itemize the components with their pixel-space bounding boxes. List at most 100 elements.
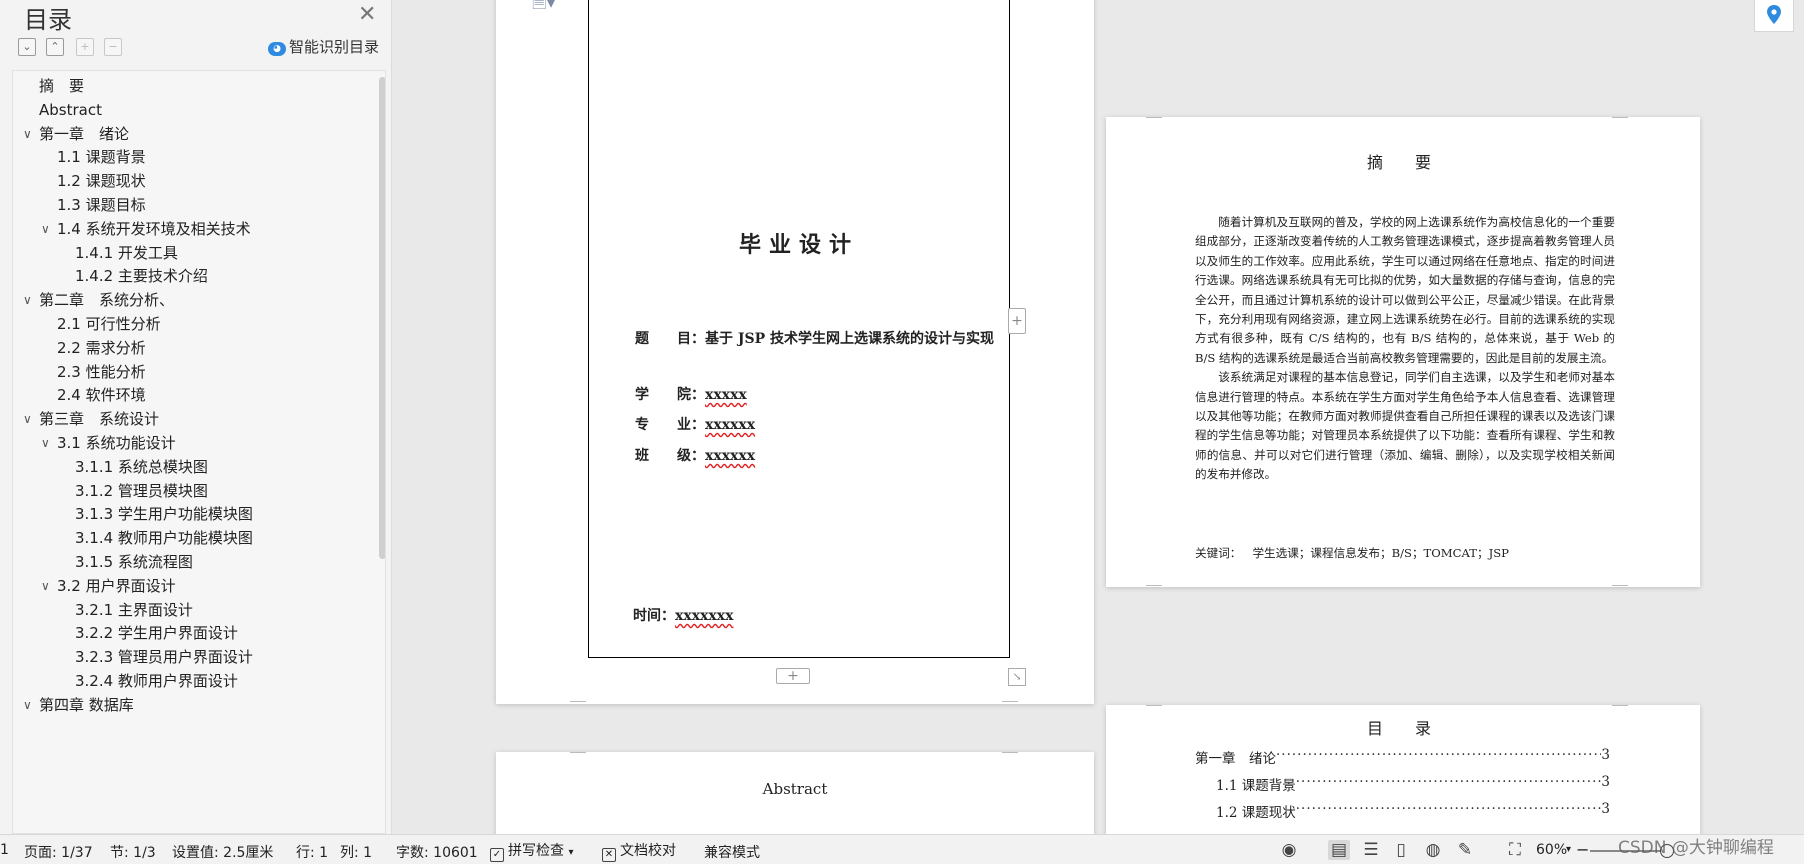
toc-item-label: 摘 要 bbox=[39, 77, 85, 95]
chevron-down-icon[interactable]: ∨ bbox=[23, 692, 32, 718]
crop-mark bbox=[1002, 752, 1018, 753]
toc-item[interactable]: ∨ 3.2 用户界面设计 bbox=[41, 573, 176, 599]
toc-item[interactable]: 2.4 软件环境 bbox=[57, 382, 146, 408]
toc-item[interactable]: 3.1.1 系统总模块图 bbox=[75, 454, 208, 480]
crop-mark bbox=[1612, 705, 1628, 706]
abstract-paragraph: 随着计算机及互联网的普及，学校的网上选课系统作为高校信息化的一个重要组成部分，正… bbox=[1195, 215, 1615, 365]
crop-mark bbox=[1612, 585, 1628, 586]
toc-item-label: 1.4.2 主要技术介绍 bbox=[75, 267, 208, 286]
toc-item[interactable]: ∨ 第二章 系统分析、 bbox=[23, 287, 174, 313]
cover-page[interactable]: 🗎▾ 毕业设计 题 目：基于 JSP 技术学生网上选课系统的设计与实现 学 院：… bbox=[496, 0, 1094, 704]
chevron-down-icon[interactable]: ∨ bbox=[23, 287, 32, 313]
chevron-down-icon: ▾ bbox=[568, 847, 574, 858]
toc-item-label: 第四章 数据库 bbox=[39, 695, 134, 714]
toc-item[interactable]: ∨ 第一章 绪论 bbox=[23, 121, 130, 147]
toc-item[interactable]: 1.4.1 开发工具 bbox=[75, 240, 178, 266]
toc-item-label: 2.1 可行性分析 bbox=[57, 315, 161, 333]
page-view-icon[interactable]: ▤ bbox=[1328, 840, 1350, 860]
toc-item[interactable]: 1.1 课题背景 bbox=[57, 144, 146, 170]
toc-page-line-label: 1.1 课题背景 bbox=[1216, 778, 1296, 794]
toc-panel: 摘 要 Abstract ∨ 第一章 绪论 1.1 课题背景 1.2 课题现状 1.3 课题… bbox=[12, 70, 386, 834]
toc-item[interactable]: Abstract bbox=[39, 97, 102, 123]
toc-page[interactable]: 目 录 第一章 绪论 ······························… bbox=[1106, 705, 1700, 834]
expand-all-icon[interactable]: ⌄ bbox=[18, 38, 36, 56]
toc-scrollbar[interactable] bbox=[379, 77, 385, 559]
toc-item[interactable]: ∨ 第三章 系统设计 bbox=[23, 406, 160, 432]
status-section[interactable]: 节: 1/3 bbox=[110, 842, 156, 862]
toc-item[interactable]: 1.4.2 主要技术介绍 bbox=[75, 263, 208, 289]
eye-protection-icon[interactable]: ◉ bbox=[1278, 840, 1300, 860]
resize-icon[interactable]: ↘ bbox=[1008, 668, 1026, 686]
collapse-all-icon[interactable]: ⌃ bbox=[46, 38, 64, 56]
location-pin-button[interactable] bbox=[1754, 0, 1794, 32]
add-heading-icon[interactable]: + bbox=[76, 38, 94, 56]
watermark: CSDN @大钟聊编程 bbox=[1618, 838, 1774, 858]
remove-heading-icon[interactable]: − bbox=[104, 38, 122, 56]
cover-major: 专 业：xxxxxx bbox=[635, 417, 756, 433]
toc-item[interactable]: 2.2 需求分析 bbox=[57, 335, 146, 361]
status-page[interactable]: 页面: 1/37 bbox=[24, 842, 93, 862]
toc-item[interactable]: 3.1.4 教师用户功能模块图 bbox=[75, 525, 253, 551]
chevron-down-icon[interactable]: ∨ bbox=[41, 216, 50, 242]
toc-item[interactable]: ∨ 第四章 数据库 bbox=[23, 692, 134, 718]
toc-item-label: 3.2 用户界面设计 bbox=[57, 576, 176, 595]
chevron-down-icon[interactable]: ∨ bbox=[41, 573, 50, 599]
pen-icon[interactable]: ✎ bbox=[1454, 840, 1476, 860]
proof-icon: ✕ bbox=[602, 848, 616, 862]
toc-item-label: 第三章 系统设计 bbox=[39, 410, 160, 429]
toc-sidebar: 目录 ✕ ⌄ ⌃ + − ◕ 智能识别目录 摘 要 Abstract ∨ 第一章 绪论 1… bbox=[0, 0, 392, 834]
leader-dots: ········································… bbox=[1295, 801, 1602, 817]
toc-item[interactable]: 1.2 课题现状 bbox=[57, 168, 146, 194]
toc-item-label: 2.3 性能分析 bbox=[57, 362, 146, 381]
compat-mode-label: 兼容模式 bbox=[704, 845, 760, 861]
add-page-icon[interactable]: + bbox=[776, 668, 810, 684]
cover-college: 学 院：xxxxx bbox=[635, 387, 747, 403]
fit-page-icon[interactable]: ⛶ bbox=[1504, 840, 1526, 860]
chevron-down-icon[interactable]: ▾ bbox=[1566, 844, 1571, 855]
abstract-cn-page[interactable]: 摘 要 随着计算机及互联网的普及，学校的网上选课系统作为高校信息化的一个重要组成… bbox=[1106, 117, 1700, 587]
page-settings-icon[interactable]: 🗎▾ bbox=[532, 0, 556, 20]
toc-item[interactable]: 3.2.1 主界面设计 bbox=[75, 597, 193, 623]
crop-mark bbox=[1146, 705, 1162, 706]
toc-item[interactable]: 3.1.5 系统流程图 bbox=[75, 549, 193, 575]
toc-page-title: 目 录 bbox=[1366, 719, 1439, 738]
toc-item[interactable]: 3.2.3 管理员用户界面设计 bbox=[75, 644, 253, 670]
document-canvas[interactable]: 🗎▾ 毕业设计 题 目：基于 JSP 技术学生网上选课系统的设计与实现 学 院：… bbox=[393, 0, 1804, 834]
reading-view-icon[interactable]: ▯ bbox=[1390, 840, 1412, 860]
toc-item-label: 3.2.2 学生用户界面设计 bbox=[75, 624, 238, 643]
outline-view-icon[interactable]: ☰ bbox=[1360, 840, 1382, 860]
ai-toc-button[interactable]: ◕ 智能识别目录 bbox=[268, 36, 379, 57]
zoom-level[interactable]: 60% bbox=[1536, 842, 1567, 858]
toc-item[interactable]: 3.1.3 学生用户功能模块图 bbox=[75, 501, 253, 527]
toc-item-label: Abstract bbox=[39, 100, 102, 119]
abstract-en-page[interactable]: Abstract bbox=[496, 752, 1094, 834]
toc-item[interactable]: ∨ 3.1 系统功能设计 bbox=[41, 430, 176, 456]
cloud-ai-icon: ◕ bbox=[268, 42, 286, 56]
toc-item[interactable]: 2.3 性能分析 bbox=[57, 359, 146, 385]
close-icon[interactable]: ✕ bbox=[358, 2, 376, 27]
spell-check-button[interactable]: ✓ 拼写检查 ▾ bbox=[490, 840, 573, 862]
toc-item[interactable]: 摘 要 bbox=[39, 73, 84, 99]
toc-item[interactable]: 3.1.2 管理员模块图 bbox=[75, 478, 208, 504]
chevron-down-icon[interactable]: ∨ bbox=[23, 406, 32, 432]
chevron-down-icon[interactable]: ∨ bbox=[23, 121, 32, 147]
cover-topic: 题 目：基于 JSP 技术学生网上选课系统的设计与实现 bbox=[635, 331, 995, 347]
toc-item-label: 3.2.1 主界面设计 bbox=[75, 600, 193, 619]
doc-proof-button[interactable]: ✕ 文档校对 bbox=[602, 840, 676, 862]
zoom-out-icon[interactable]: − bbox=[1576, 840, 1589, 859]
toc-item-label: 3.1 系统功能设计 bbox=[57, 434, 176, 452]
toc-item-label: 3.1.2 管理员模块图 bbox=[75, 481, 208, 500]
status-words[interactable]: 字数: 10601 bbox=[396, 842, 478, 862]
add-section-right-icon[interactable]: + bbox=[1008, 308, 1026, 334]
status-row: 行: 1 bbox=[296, 845, 329, 861]
web-view-icon[interactable]: ◍ bbox=[1422, 840, 1444, 860]
toc-item[interactable]: 3.2.2 学生用户界面设计 bbox=[75, 620, 238, 646]
toc-item[interactable]: 1.3 课题目标 bbox=[57, 192, 146, 218]
toc-item[interactable]: 3.2.4 教师用户界面设计 bbox=[75, 668, 238, 694]
toc-item[interactable]: 2.1 可行性分析 bbox=[57, 311, 161, 337]
toc-item-label: 第一章 绪论 bbox=[39, 124, 130, 143]
toc-page-line: 1.1 课题背景 ································… bbox=[1216, 774, 1610, 794]
toc-item[interactable]: ∨ 1.4 系统开发环境及相关技术 bbox=[41, 216, 251, 242]
status-setting[interactable]: 设置值: 2.5厘米 bbox=[172, 842, 273, 862]
chevron-down-icon[interactable]: ∨ bbox=[41, 430, 50, 456]
